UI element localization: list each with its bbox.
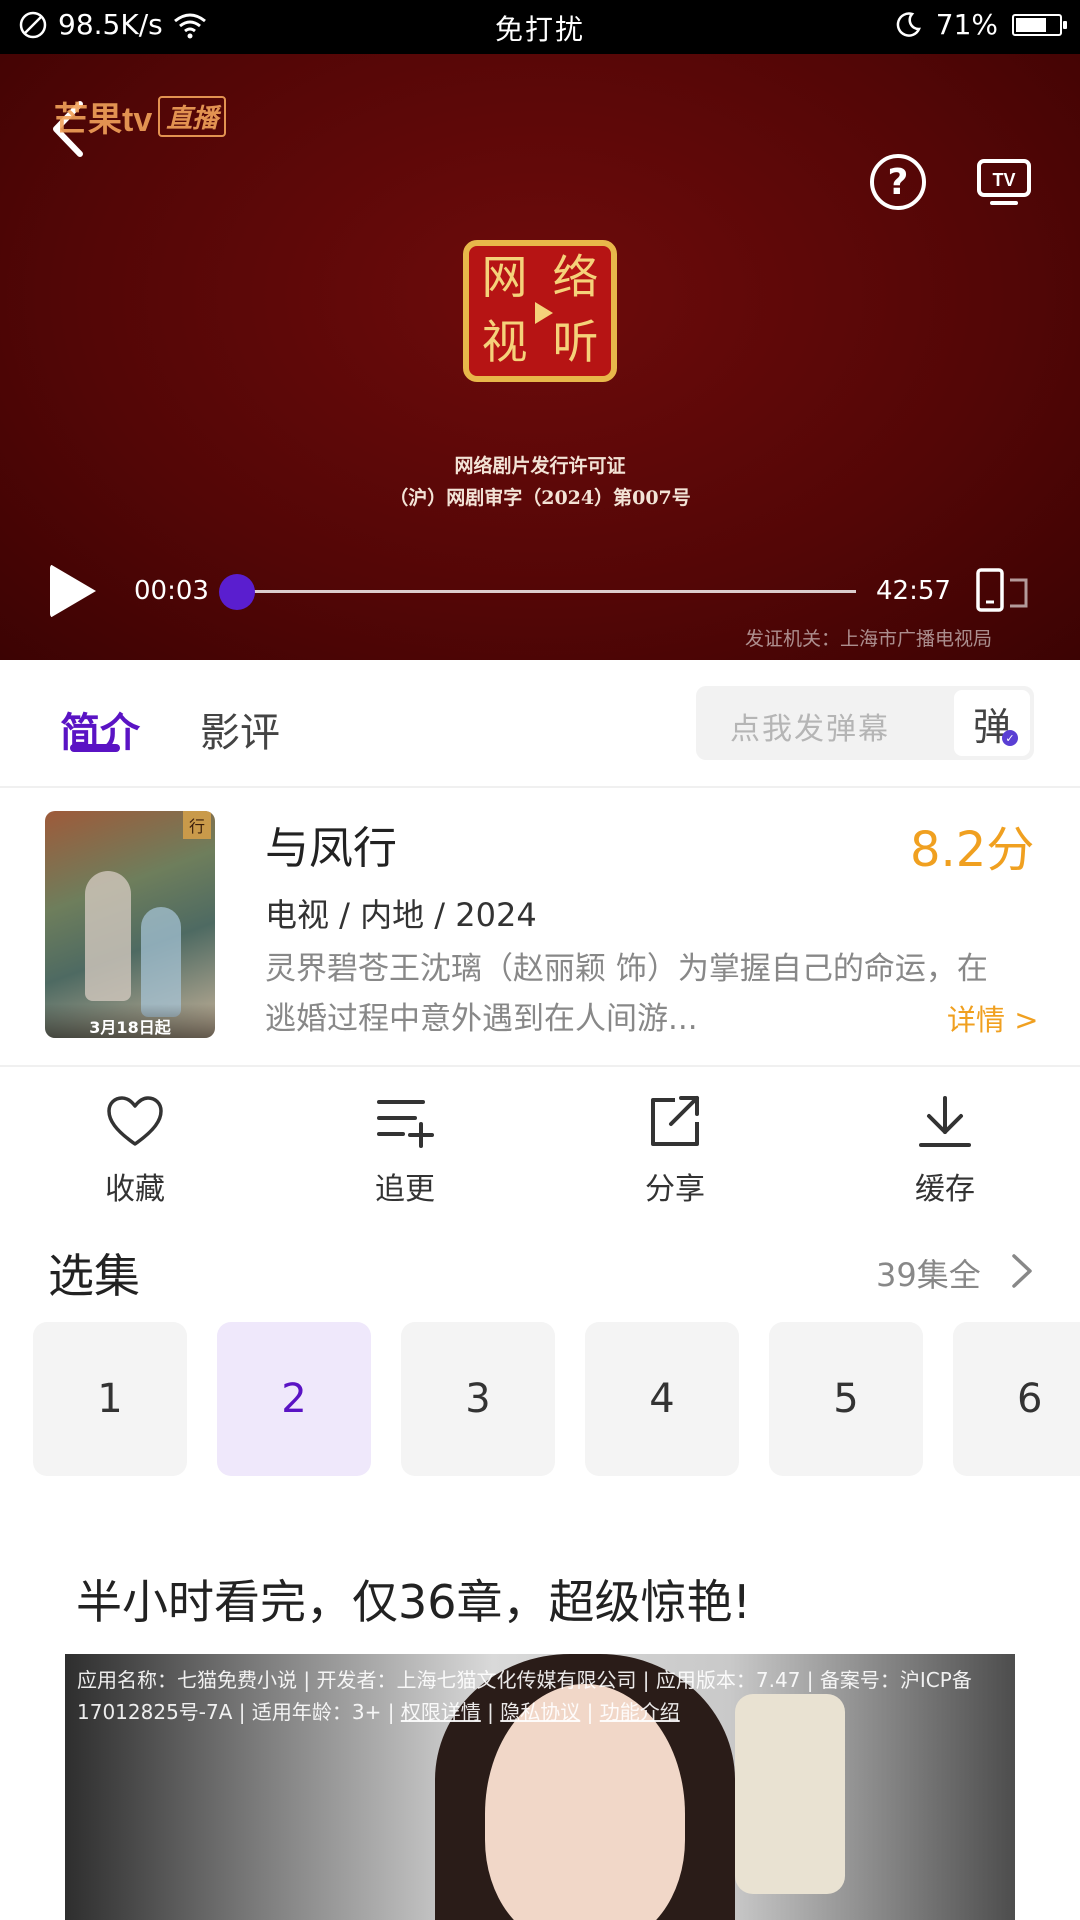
- share-button[interactable]: 分享: [600, 1094, 750, 1208]
- follow-button[interactable]: 追更: [330, 1094, 480, 1208]
- license-line-2: （沪）网剧审字（2024）第007号: [389, 487, 691, 509]
- brand-name: 芒果tv: [54, 100, 153, 139]
- status-bar: 98.5K/s 免打扰 71%: [0, 0, 1080, 54]
- total-time: 42:57: [876, 576, 951, 606]
- seal-char: 网: [481, 250, 528, 304]
- follow-label: 追更: [375, 1172, 435, 1207]
- svg-text:TV: TV: [992, 170, 1015, 190]
- episode-item[interactable]: 4: [585, 1322, 739, 1476]
- ad-headline[interactable]: 半小时看完，仅36章，超级惊艳!: [76, 1566, 751, 1632]
- episodes-count[interactable]: 39集全: [876, 1250, 981, 1296]
- show-description: 灵界碧苍王沈璃（赵丽颖 饰）为掌握自己的命运，在逃婚过程中意外遇到在人间游...: [265, 951, 988, 1037]
- share-label: 分享: [645, 1172, 705, 1207]
- poster-figure: [141, 907, 181, 1017]
- heart-icon: [107, 1096, 163, 1146]
- ad-permissions-link[interactable]: 权限详情: [401, 1700, 481, 1724]
- current-time: 00:03: [134, 576, 209, 606]
- battery-fill: [1016, 17, 1046, 32]
- danmaku-input[interactable]: 点我发弹幕: [730, 704, 890, 748]
- details-link[interactable]: 详情 >: [947, 997, 1039, 1039]
- tv-cast-icon[interactable]: TV: [976, 158, 1032, 206]
- help-icon[interactable]: ?: [870, 154, 926, 210]
- progress-knob[interactable]: [219, 574, 255, 610]
- divider: [0, 1065, 1080, 1067]
- show-score: 8.2分: [910, 822, 1035, 878]
- moon-icon: [896, 11, 921, 37]
- poster-figure: [85, 871, 131, 1001]
- license-line-1: 网络剧片发行许可证: [454, 455, 626, 477]
- episode-item[interactable]: 3: [401, 1322, 555, 1476]
- battery-icon: [1012, 13, 1067, 36]
- share-icon: [651, 1096, 699, 1146]
- tab-reviews[interactable]: 影评: [200, 700, 280, 758]
- episodes-title: 选集: [48, 1249, 140, 1303]
- play-icon[interactable]: [50, 564, 96, 618]
- help-glyph: ?: [887, 161, 909, 203]
- download-icon: [919, 1096, 971, 1147]
- playlist-add-icon: [377, 1100, 434, 1148]
- battery-percent: 71%: [935, 8, 998, 41]
- seal-char: 视: [481, 315, 528, 369]
- danmaku-toggle-button[interactable]: 弹 ✓: [954, 690, 1030, 756]
- chevron-right-icon[interactable]: [1006, 1250, 1036, 1292]
- poster-tag: 行: [182, 811, 211, 839]
- ad-separator: |: [480, 1700, 501, 1724]
- ad-separator: |: [580, 1700, 600, 1724]
- seal-play-icon: [535, 302, 553, 324]
- poster-date: 3月18日起: [45, 1004, 215, 1038]
- video-player[interactable]: 芒果tv 直播 ? TV 网 络 视 听 网络剧片发行许可证 （沪）网剧审字（2…: [0, 54, 1080, 660]
- brand-logo: 芒果tv 直播: [54, 94, 227, 139]
- progress-bar[interactable]: [236, 590, 856, 593]
- ad-features-link[interactable]: 功能介绍: [600, 1700, 680, 1724]
- episode-item[interactable]: 1: [33, 1322, 187, 1476]
- download-label: 缓存: [915, 1172, 975, 1207]
- show-meta: 电视 / 内地 / 2024: [265, 896, 537, 934]
- episode-item-selected[interactable]: 2: [217, 1322, 371, 1476]
- episode-item[interactable]: 5: [769, 1322, 923, 1476]
- tab-active-indicator: [70, 744, 120, 752]
- download-button[interactable]: 缓存: [870, 1094, 1020, 1208]
- license-issuer: 发证机关：上海市广播电视局: [745, 628, 993, 650]
- favorite-label: 收藏: [105, 1172, 165, 1207]
- fullscreen-rotate-icon[interactable]: [976, 566, 1032, 616]
- ad-banner[interactable]: 应用名称：七猫免费小说 | 开发者：上海七猫文化传媒有限公司 | 应用版本：7.…: [65, 1654, 1015, 1920]
- ad-app-info: 应用名称：七猫免费小说 | 开发者：上海七猫文化传媒有限公司 | 应用版本：7.…: [77, 1664, 1007, 1728]
- show-title: 与凤行: [265, 823, 397, 874]
- license-text: 网络剧片发行许可证 （沪）网剧审字（2024）第007号: [0, 450, 1080, 514]
- check-icon: ✓: [1002, 730, 1018, 746]
- brand-live-badge: 直播: [158, 95, 227, 137]
- danmaku-bar[interactable]: 点我发弹幕 弹 ✓: [696, 686, 1034, 760]
- show-poster[interactable]: 行 3月18日起: [45, 811, 215, 1038]
- favorite-button[interactable]: 收藏: [60, 1094, 210, 1208]
- episode-item[interactable]: 6: [953, 1322, 1080, 1476]
- license-seal: 网 络 视 听: [463, 240, 617, 382]
- ad-privacy-link[interactable]: 隐私协议: [500, 1700, 580, 1724]
